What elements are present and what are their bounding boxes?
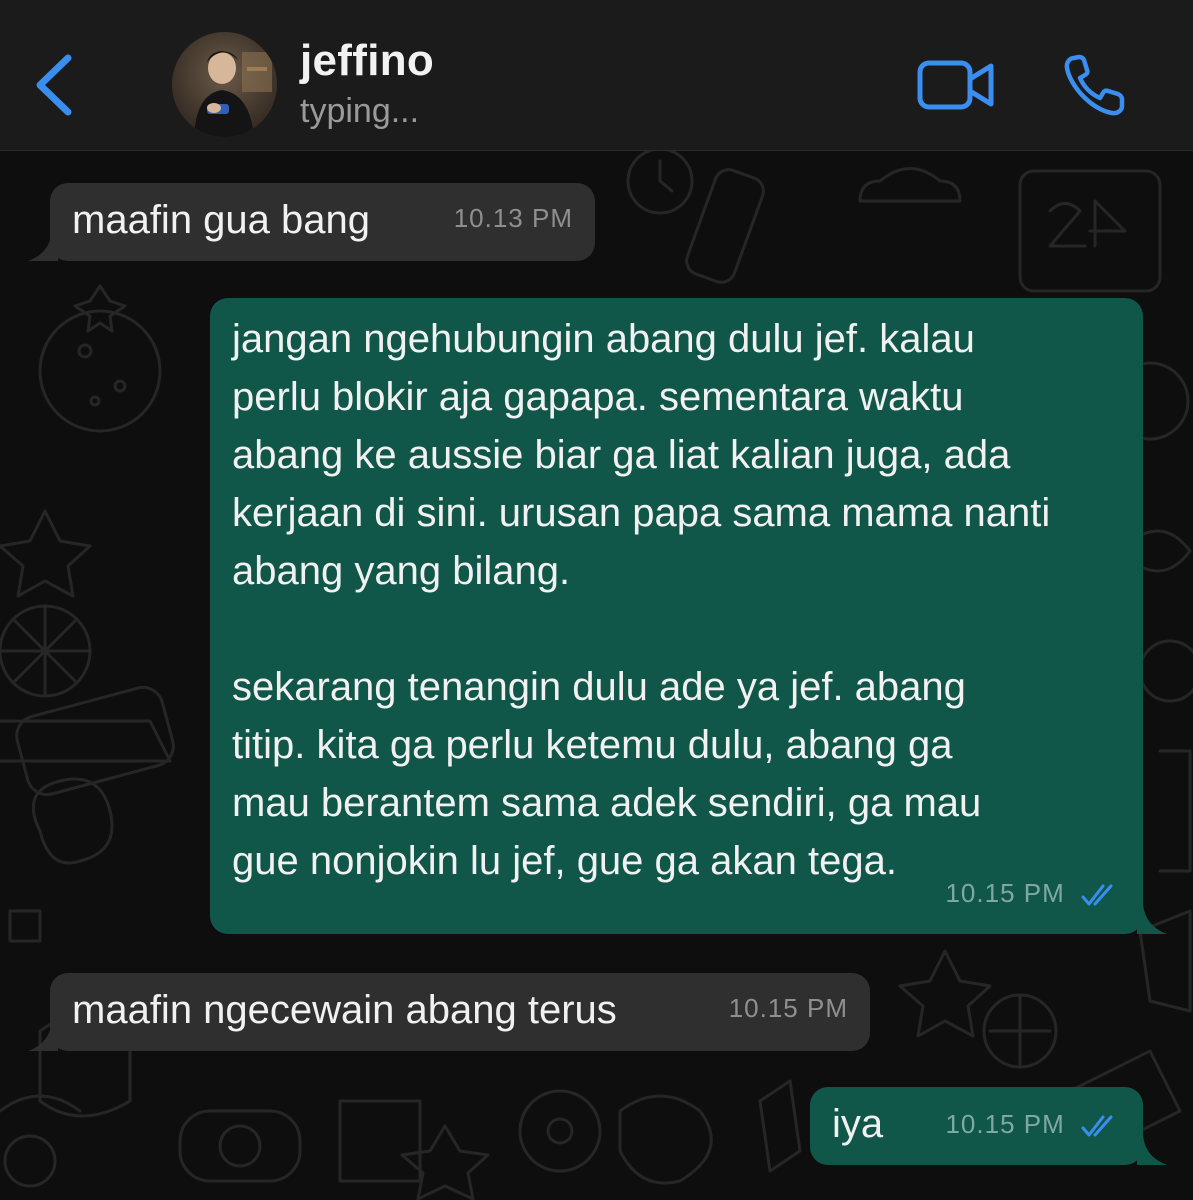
video-call-button[interactable] bbox=[915, 55, 997, 115]
message-incoming[interactable]: maafin gua bang 10.13 PM bbox=[28, 183, 595, 261]
double-check-icon bbox=[1081, 884, 1113, 906]
message-incoming[interactable]: maafin ngecewain abang terus 10.15 PM bbox=[28, 973, 870, 1051]
message-outgoing[interactable]: jangan ngehubungin abang dulu jef. kalau… bbox=[210, 298, 1167, 934]
video-camera-icon bbox=[917, 60, 994, 110]
phone-icon bbox=[1064, 54, 1125, 116]
double-check-icon bbox=[1081, 1115, 1113, 1137]
message-time: 10.15 PM bbox=[945, 878, 1065, 908]
voice-call-button[interactable] bbox=[1060, 50, 1130, 120]
message-meta: 10.15 PM bbox=[945, 1095, 1119, 1153]
message-meta: 10.15 PM bbox=[945, 864, 1119, 922]
message-time: 10.15 PM bbox=[728, 993, 848, 1023]
bubble-tail bbox=[1137, 904, 1167, 934]
bubble-tail bbox=[28, 231, 58, 261]
avatar[interactable] bbox=[172, 32, 277, 137]
chat-header: jeffino typing... bbox=[0, 0, 1193, 151]
bubble-tail bbox=[1137, 1135, 1167, 1165]
back-button[interactable] bbox=[30, 50, 80, 120]
contact-name[interactable]: jeffino bbox=[300, 36, 434, 86]
message-time: 10.15 PM bbox=[945, 1109, 1065, 1139]
chat-screen: jeffino typing... maafin gua bang 10.13 … bbox=[0, 0, 1193, 1200]
message-time: 10.13 PM bbox=[453, 203, 573, 233]
bubble-tail bbox=[28, 1021, 58, 1051]
contact-status: typing... bbox=[300, 92, 420, 130]
message-outgoing[interactable]: iya 10.15 PM bbox=[810, 1087, 1167, 1165]
message-text: jangan ngehubungin abang dulu jef. kalau… bbox=[232, 317, 1051, 883]
chevron-left-icon bbox=[36, 54, 72, 116]
avatar-photo bbox=[172, 32, 277, 137]
chat-area[interactable]: maafin gua bang 10.13 PM jangan ngehubun… bbox=[0, 151, 1193, 1200]
